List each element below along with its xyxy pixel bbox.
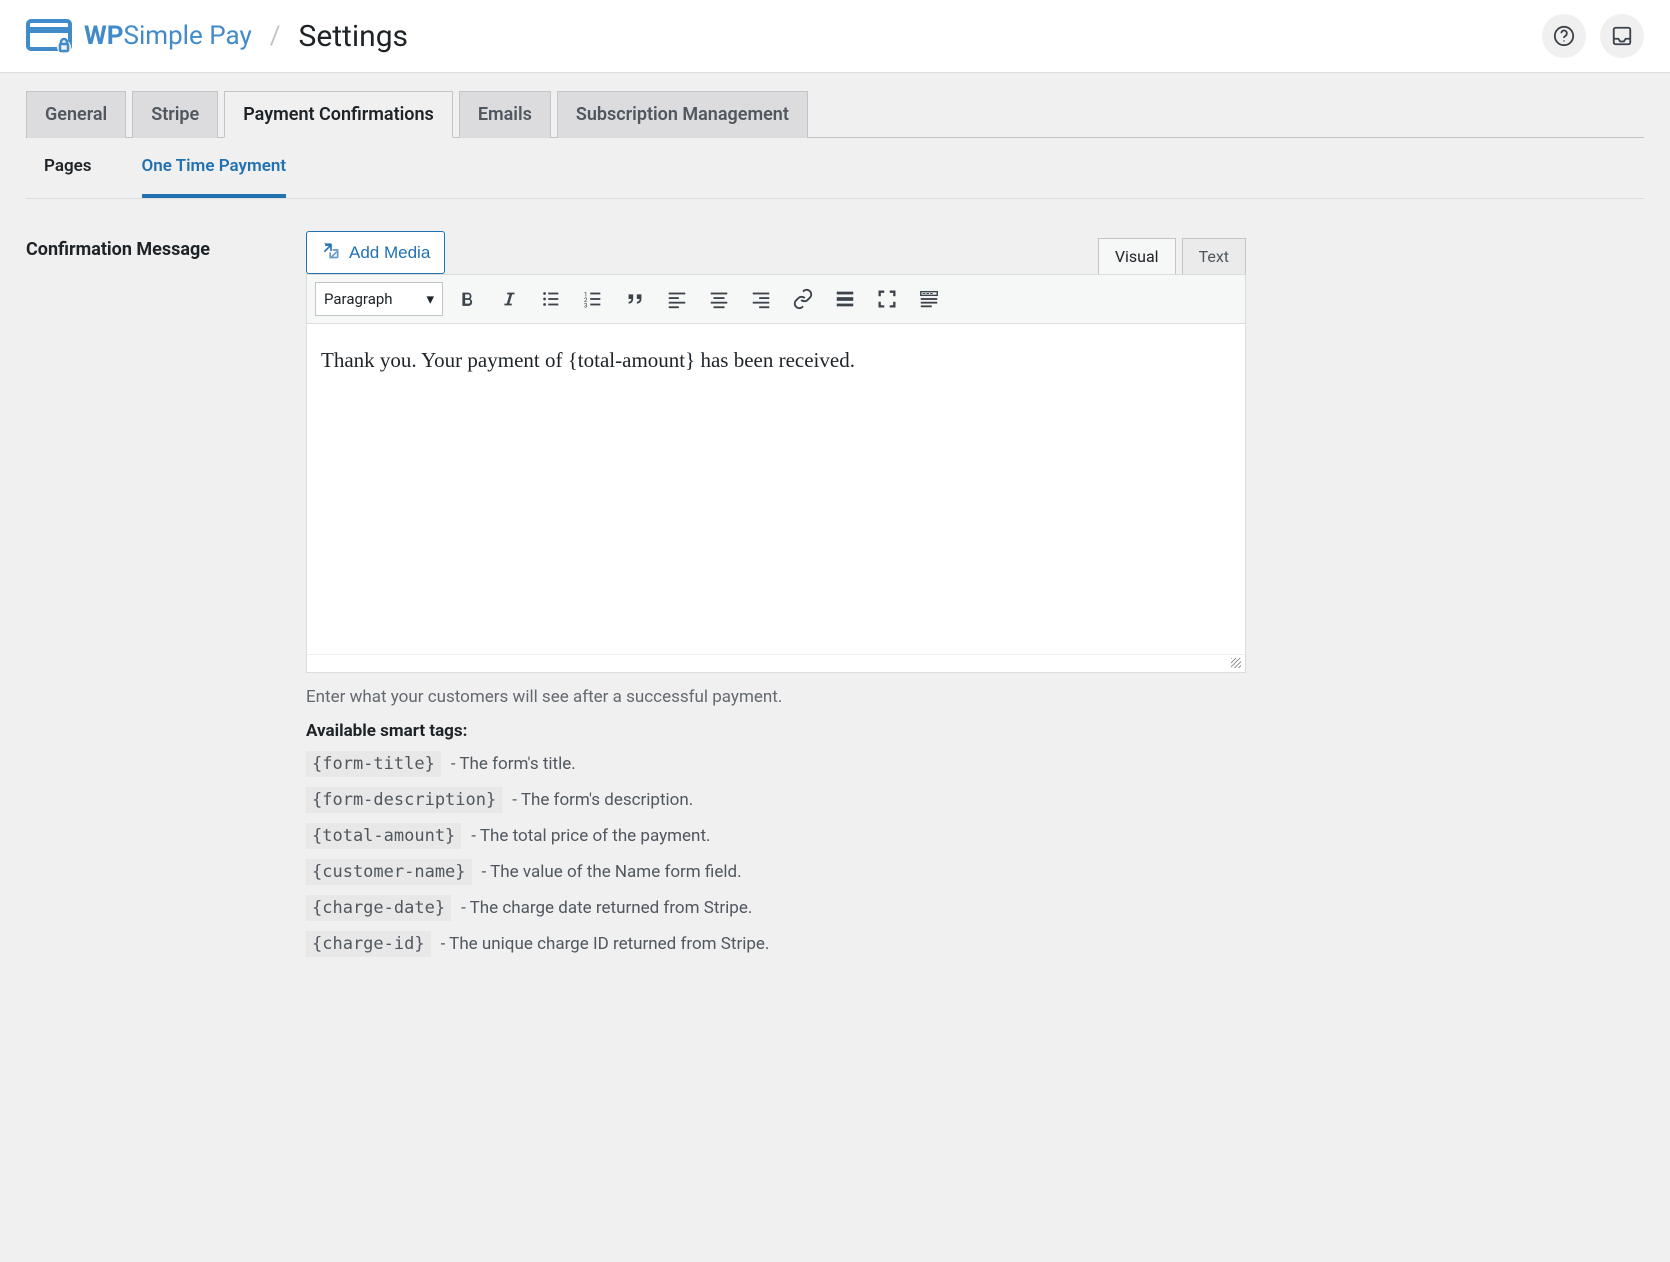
editor-resize-handle[interactable] xyxy=(307,654,1245,672)
add-media-label: Add Media xyxy=(349,243,430,263)
smart-tag-desc: - The value of the Name form field. xyxy=(482,862,742,882)
smart-tag: {charge-date} xyxy=(306,895,451,921)
smart-tag-desc: - The unique charge ID returned from Str… xyxy=(441,934,770,954)
toolbar-toggle-button[interactable] xyxy=(911,281,947,317)
smart-tag: {customer-name} xyxy=(306,859,472,885)
smart-tag-desc: - The form's description. xyxy=(512,790,693,810)
secondary-tabs: Pages One Time Payment xyxy=(26,138,1644,199)
align-right-button[interactable] xyxy=(743,281,779,317)
tab-emails[interactable]: Emails xyxy=(459,91,551,138)
page-title: Settings xyxy=(299,19,409,54)
svg-text:3: 3 xyxy=(584,301,588,309)
smart-tag-item: {form-title} - The form's title. xyxy=(306,751,1246,777)
brand-logo: WPSimple Pay xyxy=(26,17,252,55)
format-select[interactable]: Paragraph ▾ xyxy=(315,282,443,316)
editor-mode-tabs: Visual Text xyxy=(1098,238,1246,274)
tab-general[interactable]: General xyxy=(26,91,126,138)
smart-tag: {form-description} xyxy=(306,787,502,813)
inbox-button[interactable] xyxy=(1600,14,1644,58)
subtab-one-time-payment[interactable]: One Time Payment xyxy=(142,156,287,198)
link-button[interactable] xyxy=(785,281,821,317)
smart-tag-item: {charge-id} - The unique charge ID retur… xyxy=(306,931,1246,957)
editor-top-bar: Add Media Visual Text xyxy=(306,231,1246,274)
header-actions xyxy=(1542,14,1644,58)
smart-tag-item: {charge-date} - The charge date returned… xyxy=(306,895,1246,921)
confirmation-label: Confirmation Message xyxy=(26,231,306,967)
brand-text: WPSimple Pay xyxy=(84,21,252,51)
editor-tab-visual[interactable]: Visual xyxy=(1098,238,1176,274)
chevron-down-icon: ▾ xyxy=(426,290,434,308)
tab-subscription-management[interactable]: Subscription Management xyxy=(557,91,808,138)
blockquote-button[interactable] xyxy=(617,281,653,317)
editor-tab-text[interactable]: Text xyxy=(1182,238,1246,274)
smart-tag-desc: - The form's title. xyxy=(451,754,576,774)
editor-textarea[interactable]: Thank you. Your payment of {total-amount… xyxy=(307,324,1245,654)
subtab-pages[interactable]: Pages xyxy=(44,156,92,198)
insert-read-more-button[interactable] xyxy=(827,281,863,317)
smart-tag: {form-title} xyxy=(306,751,441,777)
smart-tag: {total-amount} xyxy=(306,823,461,849)
tab-stripe[interactable]: Stripe xyxy=(132,91,218,138)
smart-tag-item: {form-description} - The form's descript… xyxy=(306,787,1246,813)
confirmation-row: Confirmation Message Add Media Visual Te… xyxy=(26,199,1644,967)
primary-tabs: General Stripe Payment Confirmations Ema… xyxy=(26,91,1644,138)
help-button[interactable] xyxy=(1542,14,1586,58)
bullet-list-button[interactable] xyxy=(533,281,569,317)
fullscreen-button[interactable] xyxy=(869,281,905,317)
smart-tag-item: {customer-name} - The value of the Name … xyxy=(306,859,1246,885)
bold-button[interactable] xyxy=(449,281,485,317)
smart-tags-list: {form-title} - The form's title. {form-d… xyxy=(306,751,1246,957)
format-select-label: Paragraph xyxy=(324,290,393,308)
italic-button[interactable] xyxy=(491,281,527,317)
editor-toolbar: Paragraph ▾ 123 xyxy=(307,275,1245,324)
smart-tag: {charge-id} xyxy=(306,931,431,957)
confirmation-content: Add Media Visual Text Paragraph ▾ 123 xyxy=(306,231,1246,967)
add-media-button[interactable]: Add Media xyxy=(306,231,445,274)
page-header: WPSimple Pay / Settings xyxy=(0,0,1670,73)
media-icon xyxy=(321,240,341,265)
align-center-button[interactable] xyxy=(701,281,737,317)
help-text: Enter what your customers will see after… xyxy=(306,687,1246,707)
logo-icon xyxy=(26,17,72,55)
content-area: General Stripe Payment Confirmations Ema… xyxy=(0,73,1670,985)
smart-tag-desc: - The charge date returned from Stripe. xyxy=(461,898,752,918)
smart-tag-desc: - The total price of the payment. xyxy=(471,826,710,846)
tab-payment-confirmations[interactable]: Payment Confirmations xyxy=(224,91,453,138)
editor-container: Paragraph ▾ 123 Thank you. Yo xyxy=(306,274,1246,673)
breadcrumb-separator: / xyxy=(270,21,281,51)
align-left-button[interactable] xyxy=(659,281,695,317)
smart-tag-item: {total-amount} - The total price of the … xyxy=(306,823,1246,849)
smart-tags-label: Available smart tags: xyxy=(306,721,1246,741)
numbered-list-button[interactable]: 123 xyxy=(575,281,611,317)
